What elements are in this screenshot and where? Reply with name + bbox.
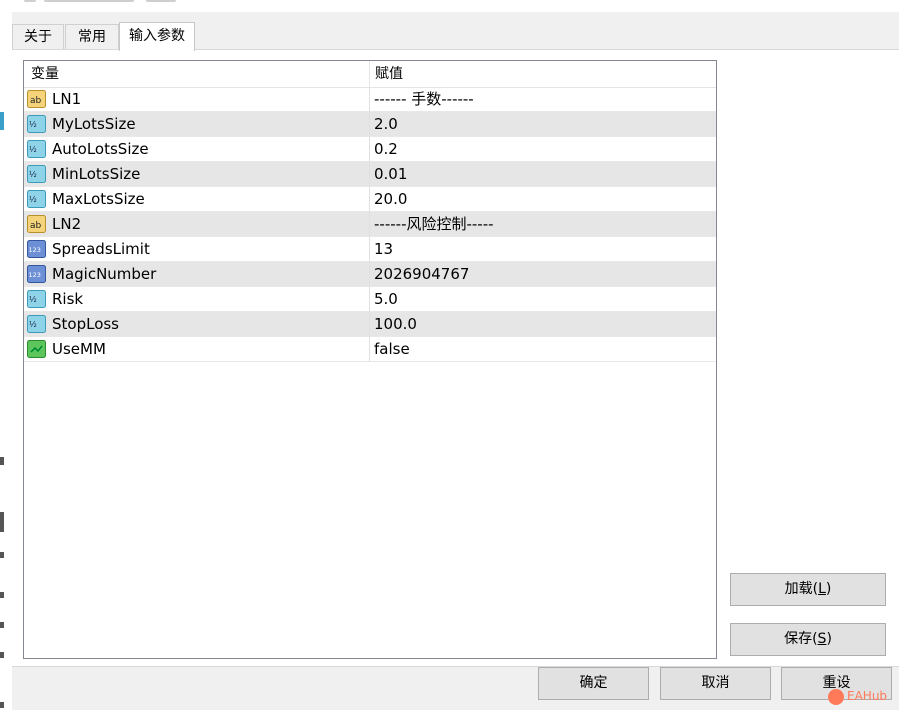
column-divider — [369, 287, 370, 312]
column-divider — [369, 87, 370, 112]
variable-value[interactable]: 13 — [374, 237, 393, 261]
table-row[interactable]: ½ StopLoss 100.0 — [24, 312, 716, 337]
table-row[interactable]: 123 MagicNumber 2026904767 — [24, 262, 716, 287]
double-icon: ½ — [27, 315, 46, 333]
double-icon: ½ — [27, 190, 46, 208]
table-row[interactable]: UseMM false — [24, 337, 716, 362]
grid-header: 变量 赋值 — [24, 61, 716, 88]
inputs-grid: 变量 赋值 ab LN1 ------ 手数------ ½ MyLotsSize 2.0… — [23, 60, 717, 659]
table-row[interactable]: 123 SpreadsLimit 13 — [24, 237, 716, 262]
double-icon: ½ — [27, 165, 46, 183]
variable-value[interactable]: 2026904767 — [374, 262, 469, 286]
svg-text:½: ½ — [29, 295, 37, 304]
table-row[interactable]: ab LN2 ------风险控制----- — [24, 212, 716, 237]
variable-name: LN1 — [52, 90, 82, 108]
cancel-button[interactable]: 取消 — [660, 667, 771, 700]
svg-text:ab: ab — [30, 221, 42, 231]
svg-text:½: ½ — [29, 320, 37, 329]
variable-name: MaxLotsSize — [52, 190, 145, 208]
load-button-accel: L — [818, 581, 826, 597]
variable-value[interactable]: false — [374, 337, 410, 361]
table-row[interactable]: ½ MyLotsSize 2.0 — [24, 112, 716, 137]
variable-name: UseMM — [52, 340, 106, 358]
grid-rows: ab LN1 ------ 手数------ ½ MyLotsSize 2.0 ½ AutoL… — [24, 87, 716, 362]
variable-name: MagicNumber — [52, 265, 157, 283]
double-icon: ½ — [27, 140, 46, 158]
column-divider — [369, 312, 370, 337]
bool-icon — [27, 340, 46, 358]
column-header-value[interactable]: 赋值 — [370, 61, 716, 87]
svg-text:½: ½ — [29, 195, 37, 204]
column-header-variable[interactable]: 变量 — [24, 61, 370, 87]
variable-value[interactable]: ------风险控制----- — [374, 212, 494, 236]
variable-name: MinLotsSize — [52, 165, 141, 183]
svg-text:½: ½ — [29, 170, 37, 179]
column-divider — [369, 162, 370, 187]
variable-name: LN2 — [52, 215, 82, 233]
svg-text:½: ½ — [29, 120, 37, 129]
column-divider — [369, 212, 370, 237]
variable-value[interactable]: 20.0 — [374, 187, 407, 211]
integer-icon: 123 — [27, 240, 46, 258]
tab-about[interactable]: 关于 — [12, 24, 64, 49]
svg-text:123: 123 — [29, 246, 41, 254]
watermark: EAHub — [828, 686, 887, 706]
variable-value[interactable]: 100.0 — [374, 312, 417, 336]
variable-name: MyLotsSize — [52, 115, 136, 133]
table-row[interactable]: ½ Risk 5.0 — [24, 287, 716, 312]
column-divider — [369, 337, 370, 362]
watermark-logo-icon — [828, 688, 844, 705]
variable-value[interactable]: 0.2 — [374, 137, 398, 161]
tab-common[interactable]: 常用 — [65, 24, 119, 49]
svg-text:½: ½ — [29, 145, 37, 154]
load-button-suffix: ) — [825, 581, 832, 597]
double-icon: ½ — [27, 115, 46, 133]
column-divider — [369, 237, 370, 262]
column-divider — [369, 187, 370, 212]
table-row[interactable]: ½ MaxLotsSize 20.0 — [24, 187, 716, 212]
string-icon: ab — [27, 215, 46, 233]
save-button-suffix: ) — [826, 631, 832, 647]
variable-name: StopLoss — [52, 315, 120, 333]
table-row[interactable]: ½ AutoLotsSize 0.2 — [24, 137, 716, 162]
string-icon: ab — [27, 90, 46, 108]
tab-inputs[interactable]: 输入参数 — [119, 22, 195, 51]
load-button-label: 加载( — [784, 581, 819, 597]
column-divider — [369, 262, 370, 287]
title-bar — [0, 0, 899, 12]
variable-value[interactable]: 2.0 — [374, 112, 398, 136]
integer-icon: 123 — [27, 265, 46, 283]
save-button[interactable]: 保存(S) — [730, 623, 886, 656]
ok-button[interactable]: 确定 — [538, 667, 649, 700]
background-window-edge — [0, 12, 12, 710]
column-divider — [369, 137, 370, 162]
save-button-label: 保存( — [784, 631, 818, 647]
variable-name: Risk — [52, 290, 84, 308]
table-row[interactable]: ½ MinLotsSize 0.01 — [24, 162, 716, 187]
table-row[interactable]: ab LN1 ------ 手数------ — [24, 87, 716, 112]
double-icon: ½ — [27, 290, 46, 308]
title-bar-clipped-text — [24, 0, 184, 6]
variable-value[interactable]: ------ 手数------ — [374, 87, 474, 111]
svg-text:ab: ab — [30, 96, 42, 106]
variable-name: SpreadsLimit — [52, 240, 150, 258]
variable-name: AutoLotsSize — [52, 140, 149, 158]
variable-value[interactable]: 5.0 — [374, 287, 398, 311]
load-button[interactable]: 加载(L) — [730, 573, 886, 606]
variable-value[interactable]: 0.01 — [374, 162, 407, 186]
svg-text:123: 123 — [29, 271, 41, 279]
column-divider — [369, 112, 370, 137]
watermark-text: EAHub — [847, 689, 888, 703]
